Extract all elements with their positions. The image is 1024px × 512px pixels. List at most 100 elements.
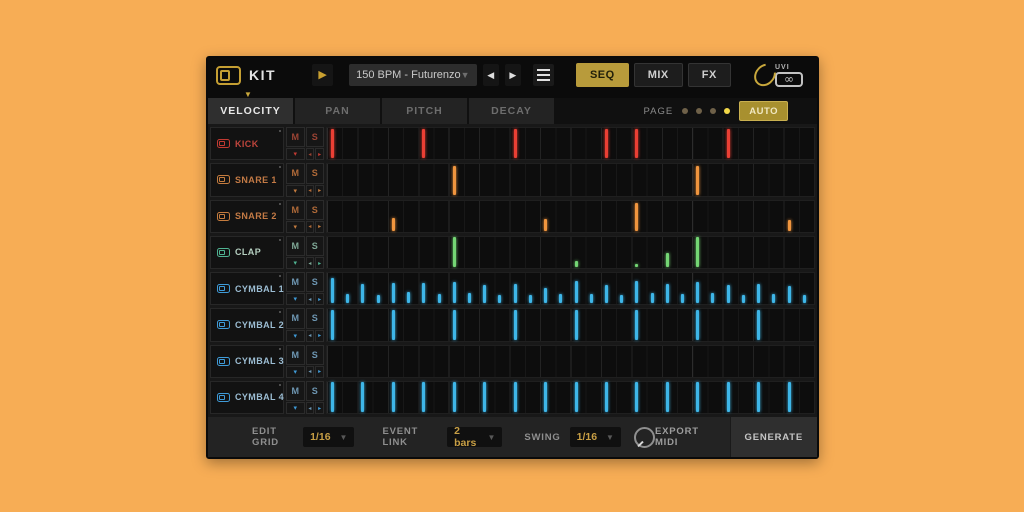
velocity-bar[interactable] bbox=[422, 382, 425, 412]
velocity-bar[interactable] bbox=[757, 382, 760, 412]
track-label[interactable]: CLAP bbox=[210, 236, 284, 269]
velocity-bar[interactable] bbox=[453, 310, 456, 340]
next-sample-button[interactable]: ▸ bbox=[315, 366, 324, 378]
prev-sample-button[interactable]: ◂ bbox=[306, 257, 315, 269]
tab-mix[interactable]: MIX bbox=[634, 63, 683, 87]
velocity-bar[interactable] bbox=[727, 382, 730, 412]
velocity-bar[interactable] bbox=[407, 292, 410, 303]
velocity-bar[interactable] bbox=[696, 237, 699, 267]
velocity-bar[interactable] bbox=[514, 284, 517, 303]
velocity-bar[interactable] bbox=[666, 382, 669, 412]
track-label[interactable]: CYMBAL 1 bbox=[210, 272, 284, 305]
velocity-bar[interactable] bbox=[620, 295, 623, 304]
velocity-bar[interactable] bbox=[605, 382, 608, 412]
page-dot-2[interactable] bbox=[696, 108, 702, 114]
velocity-bar[interactable] bbox=[331, 310, 334, 340]
sample-dropdown-button[interactable]: ▾ bbox=[286, 148, 305, 160]
track-label[interactable]: CYMBAL 4 bbox=[210, 381, 284, 414]
sample-dropdown-button[interactable]: ▾ bbox=[286, 402, 305, 414]
velocity-bar[interactable] bbox=[772, 294, 775, 303]
velocity-bar[interactable] bbox=[696, 310, 699, 340]
mute-button[interactable]: M bbox=[286, 200, 305, 220]
velocity-bar[interactable] bbox=[331, 278, 334, 303]
velocity-bar[interactable] bbox=[651, 293, 654, 303]
mute-button[interactable]: M bbox=[286, 345, 305, 365]
solo-button[interactable]: S bbox=[306, 308, 325, 328]
velocity-bar[interactable] bbox=[681, 294, 684, 303]
velocity-bar[interactable] bbox=[453, 282, 456, 303]
velocity-bar[interactable] bbox=[696, 282, 699, 303]
velocity-bar[interactable] bbox=[711, 293, 714, 303]
velocity-bar[interactable] bbox=[590, 294, 593, 303]
velocity-bar[interactable] bbox=[514, 382, 517, 412]
next-sample-button[interactable]: ▸ bbox=[315, 330, 324, 342]
track-label[interactable]: CYMBAL 2 bbox=[210, 308, 284, 341]
step-grid[interactable] bbox=[326, 381, 815, 414]
next-sample-button[interactable]: ▸ bbox=[315, 402, 324, 414]
velocity-bar[interactable] bbox=[635, 310, 638, 340]
velocity-bar[interactable] bbox=[727, 285, 730, 303]
mute-button[interactable]: M bbox=[286, 163, 305, 183]
tab-fx[interactable]: FX bbox=[688, 63, 731, 87]
next-preset-button[interactable]: ▶ bbox=[505, 64, 521, 86]
export-midi-button[interactable]: EXPORT MIDI bbox=[655, 426, 730, 448]
velocity-bar[interactable] bbox=[468, 293, 471, 304]
velocity-bar[interactable] bbox=[757, 284, 760, 303]
mute-button[interactable]: M bbox=[286, 308, 305, 328]
velocity-bar[interactable] bbox=[514, 129, 517, 159]
velocity-bar[interactable] bbox=[635, 264, 638, 267]
sample-dropdown-button[interactable]: ▾ bbox=[286, 366, 305, 378]
velocity-bar[interactable] bbox=[392, 283, 395, 304]
next-sample-button[interactable]: ▸ bbox=[315, 148, 324, 160]
generate-button[interactable]: GENERATE bbox=[730, 417, 817, 457]
velocity-bar[interactable] bbox=[757, 310, 760, 340]
edit-grid-dropdown[interactable]: 1/16 ▼ bbox=[303, 427, 354, 447]
next-sample-button[interactable]: ▸ bbox=[315, 221, 324, 233]
tab-pitch[interactable]: PITCH bbox=[382, 98, 467, 124]
velocity-bar[interactable] bbox=[575, 261, 578, 267]
swing-knob[interactable] bbox=[634, 427, 655, 448]
sample-dropdown-button[interactable]: ▾ bbox=[286, 293, 305, 305]
velocity-bar[interactable] bbox=[453, 237, 456, 267]
sample-dropdown-button[interactable]: ▾ bbox=[286, 185, 305, 197]
next-sample-button[interactable]: ▸ bbox=[315, 185, 324, 197]
velocity-bar[interactable] bbox=[544, 219, 547, 231]
velocity-bar[interactable] bbox=[696, 166, 699, 195]
prev-sample-button[interactable]: ◂ bbox=[306, 185, 315, 197]
sample-dropdown-button[interactable]: ▾ bbox=[286, 221, 305, 233]
velocity-bar[interactable] bbox=[788, 382, 791, 412]
velocity-bar[interactable] bbox=[635, 382, 638, 412]
prev-preset-button[interactable]: ◀ bbox=[483, 64, 499, 86]
tab-seq[interactable]: SEQ bbox=[576, 63, 629, 87]
velocity-bar[interactable] bbox=[666, 253, 669, 267]
tab-decay[interactable]: DECAY bbox=[469, 98, 554, 124]
velocity-bar[interactable] bbox=[788, 220, 791, 231]
mute-button[interactable]: M bbox=[286, 272, 305, 292]
velocity-bar[interactable] bbox=[544, 288, 547, 304]
play-button[interactable]: ▶ bbox=[312, 64, 333, 86]
solo-button[interactable]: S bbox=[306, 345, 325, 365]
solo-button[interactable]: S bbox=[306, 127, 325, 147]
velocity-bar[interactable] bbox=[742, 295, 745, 303]
velocity-bar[interactable] bbox=[635, 203, 638, 231]
velocity-bar[interactable] bbox=[514, 310, 517, 340]
prev-sample-button[interactable]: ◂ bbox=[306, 221, 315, 233]
step-grid[interactable] bbox=[326, 236, 815, 269]
velocity-bar[interactable] bbox=[727, 129, 730, 159]
velocity-bar[interactable] bbox=[392, 310, 395, 340]
velocity-bar[interactable] bbox=[575, 310, 578, 340]
step-grid[interactable] bbox=[326, 272, 815, 305]
velocity-bar[interactable] bbox=[331, 382, 334, 412]
track-label[interactable]: SNARE 1 bbox=[210, 163, 284, 196]
mute-button[interactable]: M bbox=[286, 236, 305, 256]
step-grid[interactable] bbox=[326, 308, 815, 341]
tab-velocity[interactable]: VELOCITY bbox=[208, 98, 293, 124]
velocity-bar[interactable] bbox=[483, 285, 486, 303]
step-grid[interactable] bbox=[326, 200, 815, 233]
mute-button[interactable]: M bbox=[286, 381, 305, 401]
velocity-bar[interactable] bbox=[529, 295, 532, 304]
sample-dropdown-button[interactable]: ▾ bbox=[286, 257, 305, 269]
tab-pan[interactable]: PAN bbox=[295, 98, 380, 124]
prev-sample-button[interactable]: ◂ bbox=[306, 402, 315, 414]
velocity-bar[interactable] bbox=[575, 281, 578, 303]
